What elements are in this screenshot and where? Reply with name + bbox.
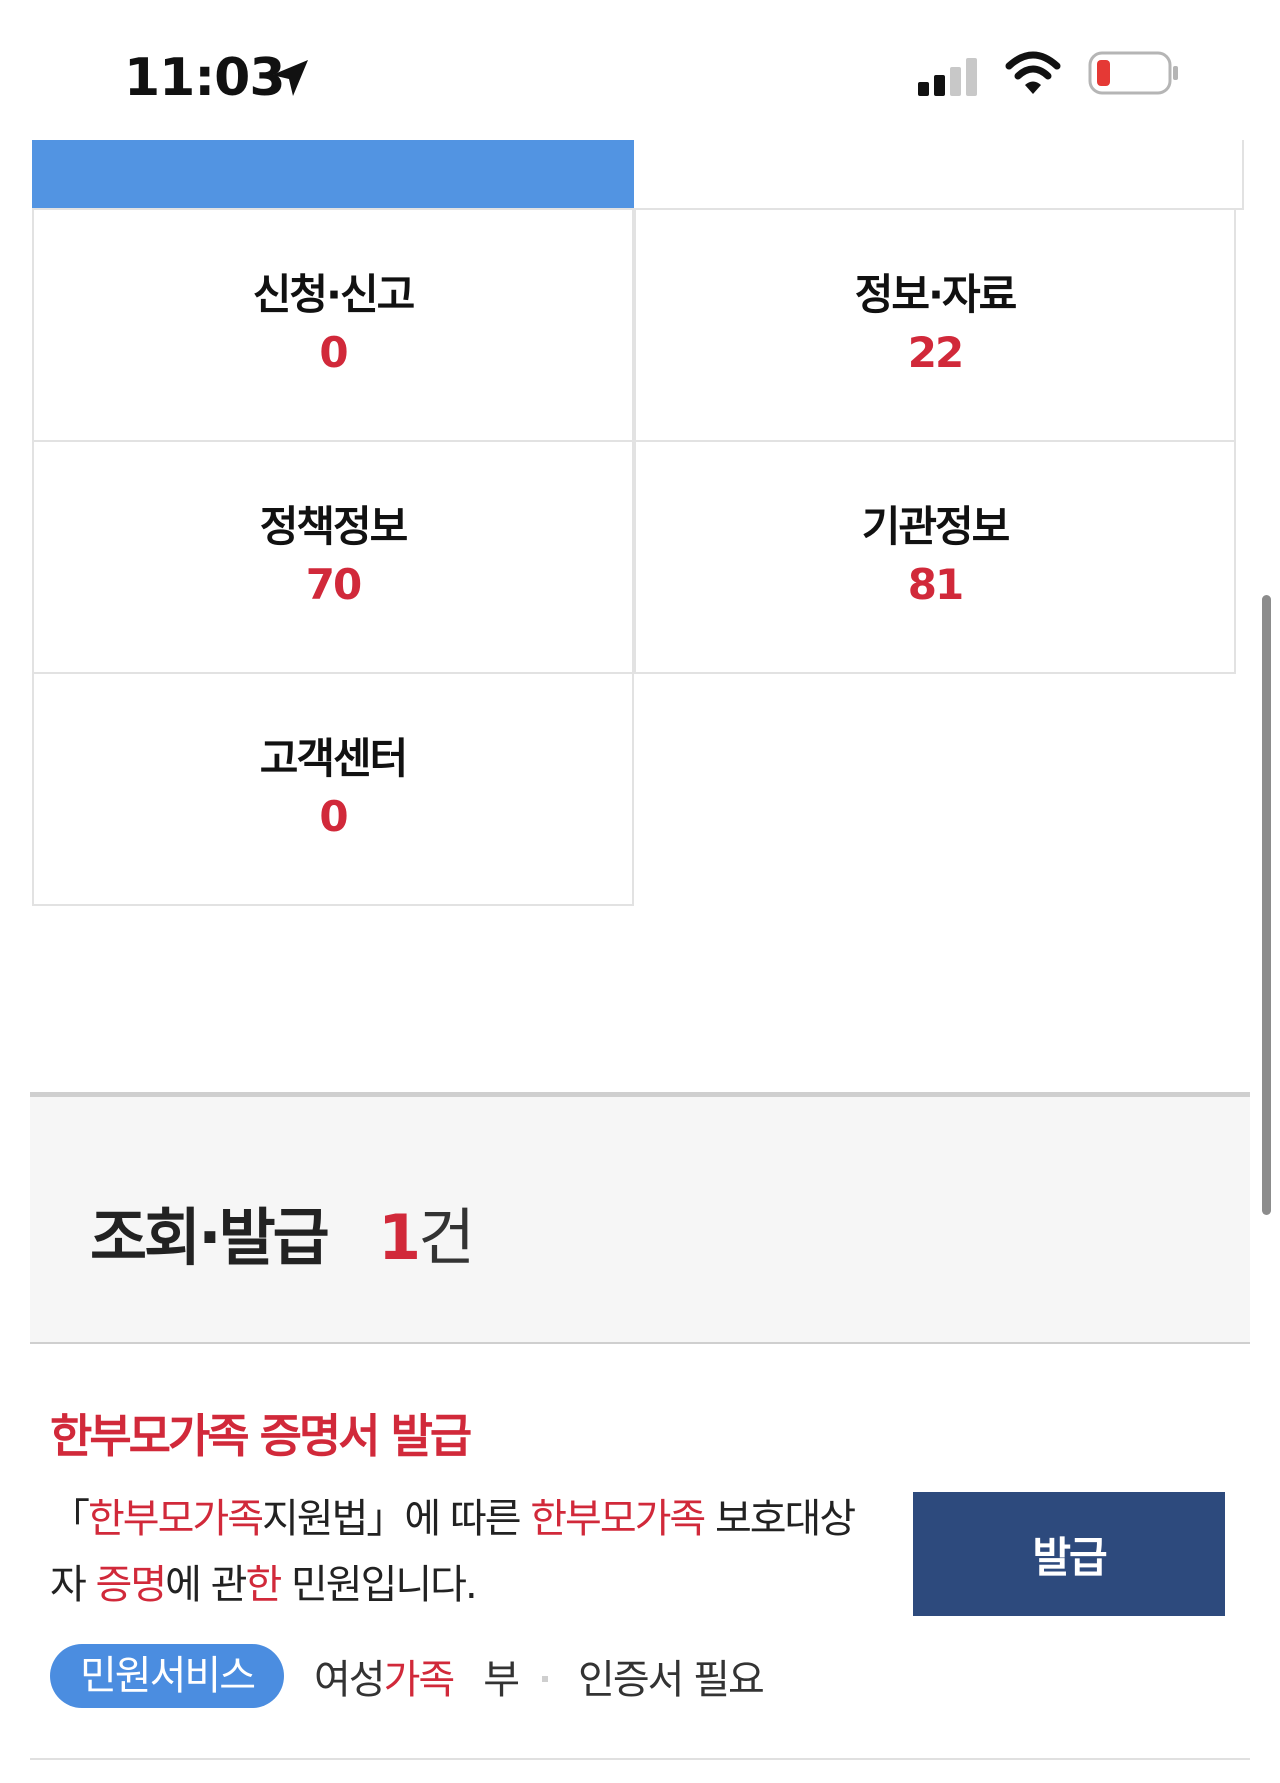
- section-count-unit: 건: [418, 1201, 475, 1274]
- status-bar: 11:03: [0, 0, 1280, 140]
- section-title: 조회·발급: [90, 1201, 330, 1274]
- category-label: 고객센터: [259, 734, 409, 783]
- category-customer-center[interactable]: 고객센터 0: [32, 672, 634, 906]
- result-description: 「한부모가족지원법」에 따른 한부모가족 보호대상자 증명에 관한 민원입니다.: [50, 1496, 856, 1608]
- category-label: 정책정보: [259, 502, 409, 551]
- category-count: 0: [319, 328, 348, 377]
- category-policy-info[interactable]: 정책정보 70: [32, 440, 634, 674]
- category-info-data[interactable]: 정보·자료 22: [634, 208, 1236, 442]
- status-time: 11:03: [124, 48, 286, 108]
- grid-cell-empty: [636, 140, 1244, 210]
- category-count: 0: [319, 792, 348, 841]
- category-agency-info[interactable]: 기관정보 81: [634, 440, 1236, 674]
- scrollbar[interactable]: [1262, 595, 1271, 1215]
- category-apply-report[interactable]: 신청·신고 0: [32, 208, 634, 442]
- agency-name: 여성가족 부: [314, 1657, 520, 1703]
- result-title-link[interactable]: 한부모가족 증명서 발급: [50, 1400, 472, 1466]
- category-label: 정보·자료: [854, 270, 1018, 319]
- service-type-badge: 민원서비스: [50, 1644, 284, 1708]
- cellular-signal-icon: [918, 58, 982, 102]
- issue-button[interactable]: 발급: [913, 1492, 1225, 1616]
- active-tab-indicator: [32, 140, 634, 208]
- requirement-text: 인증서 필요: [578, 1657, 765, 1703]
- result-tags: 민원서비스 여성가족 부 인증서 필요: [50, 1644, 765, 1708]
- section-count-number: 1: [378, 1201, 421, 1274]
- wifi-icon: [1005, 50, 1061, 100]
- divider: [30, 1758, 1250, 1760]
- category-label: 신청·신고: [252, 270, 416, 319]
- section-header: 조회·발급 1건: [30, 1092, 1250, 1344]
- category-count: 22: [907, 328, 964, 377]
- location-arrow-icon: [270, 58, 310, 102]
- battery-low-icon: [1088, 50, 1180, 100]
- category-count: 81: [907, 560, 964, 609]
- section-count: 1건: [378, 1187, 475, 1277]
- tag-separator: [542, 1676, 549, 1682]
- category-label: 기관정보: [861, 502, 1011, 551]
- category-count: 70: [305, 560, 362, 609]
